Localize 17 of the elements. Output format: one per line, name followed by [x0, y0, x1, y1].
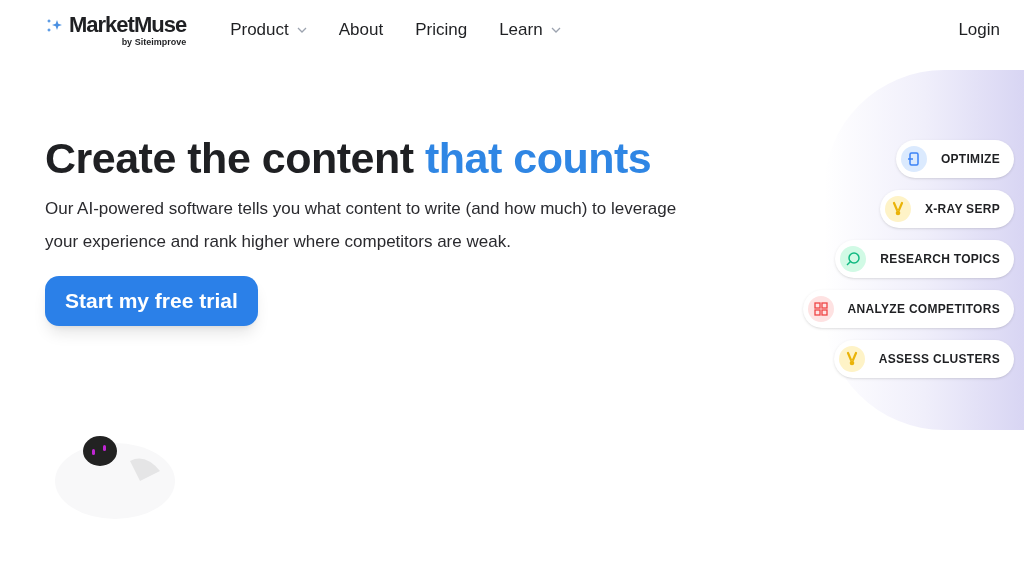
- feature-pill[interactable]: X-RAY SERP: [879, 190, 1014, 228]
- login-link[interactable]: Login: [958, 17, 1000, 43]
- chevron-down-icon: [550, 27, 561, 33]
- hero-headline: Create the content that counts: [45, 133, 653, 184]
- nav-link[interactable]: Pricing: [415, 17, 468, 43]
- start-trial-button[interactable]: Start my free trial: [45, 276, 258, 326]
- logo-wordmark[interactable]: MarketMuse: [69, 13, 187, 36]
- feature-pill[interactable]: ANALYZE COMPETITORS: [802, 290, 1014, 328]
- feature-pill[interactable]: RESEARCH TOPICS: [835, 240, 1014, 278]
- logo-byline: by Siteimprove: [121, 37, 187, 47]
- hero-description: Our AI-powered software tells you what content to write (and how much) to leverage your experience and rank higher where competitors are weak.: [45, 198, 678, 253]
- nav-link[interactable]: Product: [230, 17, 307, 43]
- nav-link[interactable]: About: [338, 17, 384, 43]
- feature-pill[interactable]: OPTIMIZE: [895, 140, 1014, 178]
- chevron-down-icon: [296, 27, 307, 33]
- feature-pill[interactable]: ASSESS CLUSTERS: [833, 340, 1014, 378]
- nav-link[interactable]: Learn: [499, 17, 561, 43]
